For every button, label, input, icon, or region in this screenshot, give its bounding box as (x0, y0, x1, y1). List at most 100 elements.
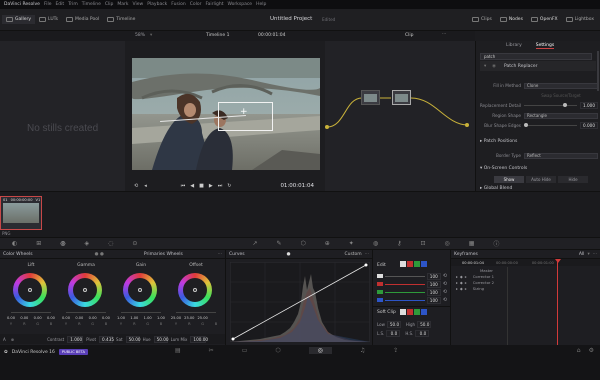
ls-value[interactable]: 0.0 (386, 330, 401, 337)
menu-item[interactable]: Clip (105, 2, 114, 7)
deliver-page-icon[interactable]: ⇪ (393, 347, 398, 354)
zoom-level[interactable]: 58% (135, 33, 145, 38)
replacement-detail-slider[interactable] (524, 103, 577, 107)
menu-item[interactable]: Fairlight (205, 2, 223, 7)
more-options-icon[interactable]: ··· (442, 32, 446, 37)
sizing-icon[interactable]: ⊡ (420, 240, 425, 247)
search-input[interactable]: patch (480, 53, 592, 60)
fill-method-select[interactable]: Clone (524, 82, 598, 89)
rgb-mixer-icon[interactable]: ◈ (85, 240, 90, 247)
curves-mode-dot[interactable]: ● (287, 252, 291, 257)
wheel-mode-dots[interactable]: ● ● (95, 252, 104, 257)
green-intensity-slider[interactable] (385, 291, 425, 293)
viewer-mode[interactable]: Clip (405, 33, 414, 38)
menu-item[interactable]: Timeline (82, 2, 101, 7)
tab-library[interactable]: Library (506, 43, 522, 48)
wheel-value[interactable]: 1.00 (142, 316, 154, 320)
playhead-handle[interactable] (555, 259, 561, 263)
wheel-master-slider[interactable] (176, 312, 216, 313)
swap-source-target-button[interactable]: Swap Source/Target (524, 93, 598, 98)
scopes-icon[interactable]: ▦ (469, 240, 475, 247)
keyframe-add-icon[interactable]: ◆ (460, 286, 463, 291)
link-icon[interactable]: ⟲ (443, 297, 447, 303)
curve-graph[interactable] (230, 262, 370, 342)
soft-clip-green-toggle[interactable] (414, 309, 420, 315)
3d-icon[interactable]: ◎ (445, 240, 450, 247)
first-frame-icon[interactable]: ⏮ (181, 183, 186, 189)
node-02[interactable] (392, 90, 411, 105)
wheel-value[interactable]: 1.00 (115, 316, 127, 320)
link-icon[interactable]: ⟲ (443, 289, 447, 295)
blue-intensity-slider[interactable] (385, 299, 425, 301)
lum-mix-value[interactable]: 100.00 (190, 335, 208, 343)
magic-mask-icon[interactable]: ✦ (349, 240, 354, 247)
wheel-crosshair[interactable] (28, 288, 32, 292)
slider-handle[interactable] (524, 123, 528, 127)
track-lock-icon[interactable]: ▸ (456, 286, 458, 291)
menu-item[interactable]: Mark (117, 2, 128, 7)
track-sizing[interactable]: ▸ ◆ ▸ Sizing (451, 285, 600, 291)
wheel-value[interactable]: 0.00 (60, 316, 72, 320)
lightbox-button[interactable]: Lightbox (562, 17, 598, 22)
blue-intensity-value[interactable]: 100 (426, 296, 441, 304)
link-icon[interactable]: ⟲ (443, 281, 447, 287)
fusion-page-icon[interactable]: ⬡ (275, 347, 280, 354)
menu-item[interactable]: File (44, 2, 52, 7)
blur-shape-edges-value[interactable]: 0.000 (580, 122, 598, 129)
keyframe-nav-icon[interactable]: ▸ (465, 286, 467, 291)
color-page-icon[interactable]: ◎ (308, 347, 332, 354)
window-icon[interactable]: ⬡ (301, 240, 306, 247)
auto-balance-icon[interactable]: A (3, 337, 6, 342)
edit-page-icon[interactable]: ▭ (242, 347, 248, 354)
clips-button[interactable]: Clips (468, 17, 496, 22)
color-wheel[interactable] (123, 273, 157, 307)
tracker-icon[interactable]: ⊕ (325, 240, 330, 247)
play-icon[interactable]: ▶ (209, 183, 213, 189)
fairlight-page-icon[interactable]: ♫ (360, 347, 365, 354)
link-icon[interactable]: ⟲ (443, 273, 447, 279)
soft-clip-blue-toggle[interactable] (421, 309, 427, 315)
wheel-value[interactable]: 0.00 (45, 316, 57, 320)
wheel-crosshair[interactable] (83, 288, 87, 292)
luma-intensity-value[interactable]: 100 (426, 272, 441, 280)
green-channel-toggle[interactable] (414, 261, 420, 267)
blur-icon[interactable]: ◍ (373, 240, 378, 247)
auto-hide-button[interactable]: Auto Hide (526, 176, 556, 183)
key-icon[interactable]: ⚷ (397, 240, 401, 247)
chevron-down-icon[interactable]: ▾ (150, 33, 152, 38)
qualifier-icon[interactable]: ✎ (276, 240, 281, 247)
more-options-icon[interactable]: ··· (593, 252, 597, 257)
next-frame-icon[interactable]: ⏭ (218, 183, 223, 189)
soft-clip-red-toggle[interactable] (407, 309, 413, 315)
stop-icon[interactable]: ■ (199, 183, 204, 189)
effect-toggle-icon[interactable]: ◉ (492, 64, 496, 69)
wheel-value[interactable]: 25.00 (170, 316, 182, 320)
settings-icon[interactable]: ⚙ (589, 347, 594, 354)
clip-thumbnail[interactable]: 01 00:00:00:00 V1 (0, 196, 42, 230)
red-channel-toggle[interactable] (407, 261, 413, 267)
border-type-select[interactable]: Reflect (524, 152, 598, 159)
wheel-value[interactable]: 0.00 (18, 316, 30, 320)
luma-intensity-slider[interactable] (385, 275, 425, 277)
wheel-value[interactable]: 0.00 (5, 316, 17, 320)
luma-channel-toggle[interactable] (400, 261, 406, 267)
blue-channel-toggle[interactable] (421, 261, 427, 267)
onscreen-controls-section[interactable]: ▾ On-Screen Controls (480, 166, 527, 171)
menu-item[interactable]: Trim (68, 2, 78, 7)
home-icon[interactable]: ⌂ (577, 347, 581, 354)
color-wheel[interactable] (178, 273, 212, 307)
camera-raw-icon[interactable]: ◐ (12, 240, 17, 247)
wheel-value[interactable]: 25.00 (197, 316, 209, 320)
replacement-detail-value[interactable]: 1.000 (580, 102, 598, 109)
node-graph[interactable] (325, 41, 475, 191)
loop-icon[interactable]: ⟲ (134, 183, 138, 189)
more-options-icon[interactable]: ··· (365, 252, 369, 257)
patch-positions-section[interactable]: ▸ Patch Positions (480, 139, 517, 144)
pivot-value[interactable]: 0.435 (99, 335, 114, 343)
hue-value[interactable]: 50.00 (153, 335, 169, 343)
wheel-crosshair[interactable] (193, 288, 197, 292)
curves-mode-select[interactable]: Custom (344, 252, 361, 257)
hide-button[interactable]: Hide (558, 176, 588, 183)
motion-effects-icon[interactable]: ◌ (108, 240, 113, 247)
loop-toggle-icon[interactable]: ↻ (227, 183, 231, 189)
